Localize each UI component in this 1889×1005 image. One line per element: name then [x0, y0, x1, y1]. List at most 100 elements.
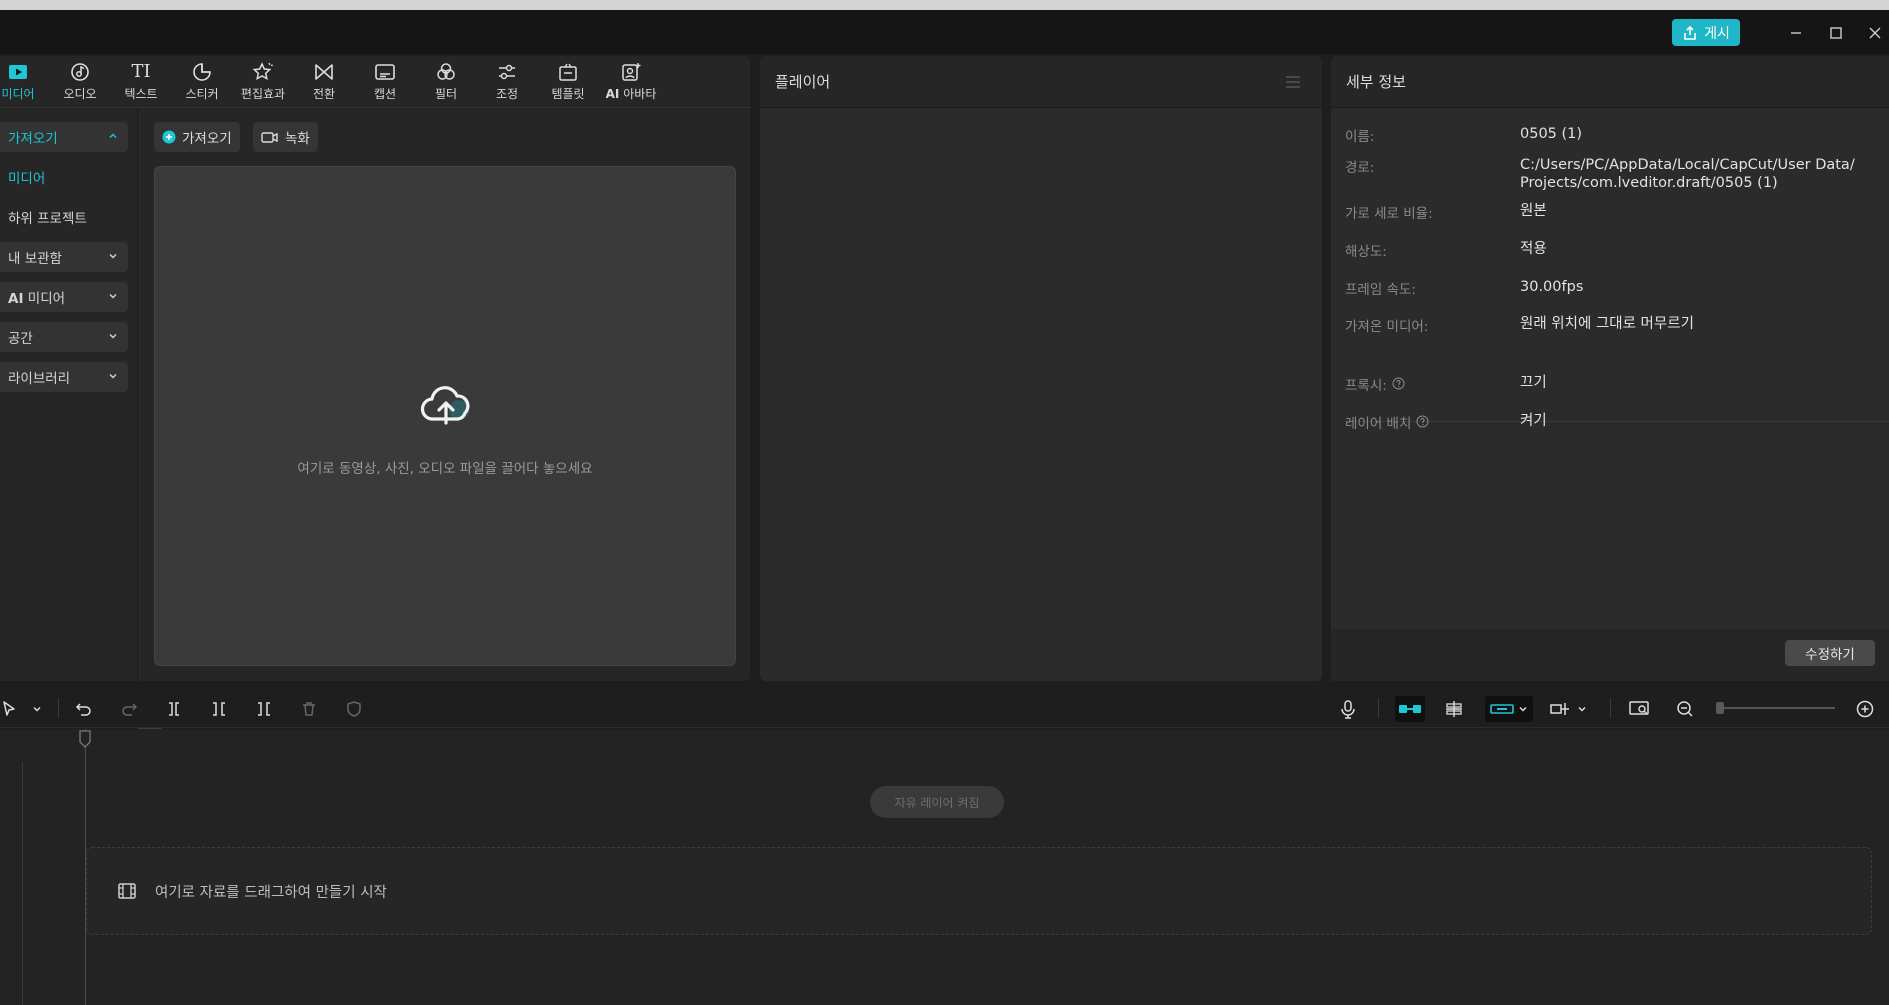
- detail-value: 30.00fps: [1520, 279, 1584, 295]
- auto-snap-button[interactable]: [1441, 696, 1467, 722]
- voiceover-button[interactable]: [1335, 696, 1361, 722]
- ai-prefix: AI: [605, 87, 620, 101]
- detail-row-aspect-ratio: 가로 세로 비율: 원본: [1345, 202, 1885, 222]
- toolbar-separator: [58, 698, 59, 718]
- detail-label: 경로:: [1345, 160, 1375, 176]
- details-title: 세부 정보: [1346, 73, 1406, 91]
- trim-right-button[interactable]: [251, 696, 277, 722]
- publish-button[interactable]: 게시: [1672, 19, 1740, 46]
- edit-button[interactable]: 수정하기: [1785, 640, 1875, 666]
- split-icon: [165, 700, 183, 718]
- adjust-icon: [496, 62, 518, 82]
- tab-template[interactable]: 템플릿: [538, 62, 598, 106]
- media-dropzone[interactable]: 여기로 동영상, 사진, 오디오 파일을 끌어다 놓으세요: [154, 166, 736, 666]
- help-icon[interactable]: [1392, 374, 1405, 390]
- sidebar-item-label: 공간: [8, 331, 33, 347]
- details-header: 세부 정보: [1331, 56, 1889, 108]
- minimize-button[interactable]: [1785, 22, 1807, 44]
- tab-transition-label: 전환: [312, 87, 336, 101]
- sidebar-item-space[interactable]: 공간: [0, 322, 128, 352]
- sidebar-item-ai-media[interactable]: AI 미디어: [0, 282, 128, 312]
- redo-button[interactable]: [116, 696, 142, 722]
- playhead-handle[interactable]: [79, 730, 91, 748]
- chevron-down-icon: [108, 371, 118, 381]
- top-strip: [0, 0, 1889, 10]
- timeline-drop-track[interactable]: 여기로 자료를 드래그하여 만들기 시작: [86, 847, 1872, 935]
- sidebar-item-library[interactable]: 라이브러리: [0, 362, 128, 392]
- maximize-icon: [1829, 26, 1843, 40]
- timeline-drop-hint: 여기로 자료를 드래그하여 만들기 시작: [155, 884, 387, 901]
- free-layer-toggle[interactable]: 자유 레이어 켜짐: [870, 786, 1004, 818]
- redo-icon: [120, 700, 138, 718]
- close-button[interactable]: [1864, 22, 1886, 44]
- undo-button[interactable]: [71, 696, 97, 722]
- preview-fit-button[interactable]: [1626, 696, 1652, 722]
- sidebar-item-my-library[interactable]: 내 보관함: [0, 242, 128, 272]
- publish-label: 게시: [1704, 25, 1730, 42]
- tab-effects[interactable]: 편집효과: [233, 62, 293, 106]
- detail-label: 이름:: [1345, 129, 1375, 145]
- help-icon[interactable]: [1416, 412, 1429, 428]
- template-icon: [557, 62, 579, 82]
- tab-caption[interactable]: 캡션: [355, 62, 415, 106]
- split-button[interactable]: [161, 696, 187, 722]
- detail-label: 가로 세로 비율:: [1345, 206, 1433, 222]
- detail-row-layer-placement: 레이어 배치 켜기: [1345, 412, 1885, 432]
- sidebar-item-subproject[interactable]: 하위 프로젝트: [0, 202, 128, 232]
- track-header-divider: [22, 762, 23, 1005]
- player-header: 플레이어: [760, 56, 1322, 108]
- detail-row-imported-media: 가져온 미디어: 원래 위치에 그대로 머무르기: [1345, 315, 1885, 335]
- linkage-button[interactable]: [1485, 696, 1533, 722]
- chevron-up-icon: [108, 131, 118, 141]
- zoom-in-button[interactable]: [1852, 696, 1878, 722]
- select-tool-button[interactable]: [0, 696, 22, 722]
- media-content: 가져오기 녹화 여기로 동영상, 사진, 오디오 파일을 끌어다 놓으세요: [138, 108, 750, 731]
- ai-avatar-icon: [620, 62, 642, 82]
- chevron-down-icon: [108, 251, 118, 261]
- delete-button[interactable]: [296, 696, 322, 722]
- import-button[interactable]: 가져오기: [154, 122, 240, 152]
- tab-filter[interactable]: 필터: [416, 62, 476, 106]
- tab-ai-avatar[interactable]: AI 아바타: [601, 62, 661, 106]
- tab-transition[interactable]: 전환: [294, 62, 354, 106]
- detail-label-text: 프록시:: [1345, 378, 1387, 394]
- timeline-area[interactable]: 자유 레이어 켜짐 여기로 자료를 드래그하여 만들기 시작: [0, 729, 1889, 1005]
- detail-value: C:/Users/PC/AppData/Local/CapCut/User Da…: [1520, 157, 1855, 191]
- tab-audio[interactable]: 오디오: [50, 62, 110, 106]
- snap-icon: [1443, 699, 1465, 719]
- detail-value: 원본: [1520, 203, 1547, 219]
- effects-icon: [252, 62, 274, 82]
- microphone-icon: [1339, 699, 1357, 719]
- main-track-magnet-button[interactable]: [1395, 696, 1425, 722]
- zoom-slider-track[interactable]: [1717, 707, 1835, 709]
- tab-audio-label: 오디오: [63, 87, 97, 101]
- timeline-toolbar: [0, 688, 1889, 728]
- chevron-down-icon: [108, 291, 118, 301]
- sidebar-item-media[interactable]: 미디어: [0, 162, 128, 192]
- trim-left-button[interactable]: [206, 696, 232, 722]
- tab-text[interactable]: TI 텍스트: [111, 62, 171, 106]
- preview-axis-button[interactable]: [1545, 696, 1591, 722]
- maximize-button[interactable]: [1825, 22, 1847, 44]
- select-tool-dropdown[interactable]: [24, 696, 50, 722]
- detail-value: 원래 위치에 그대로 머무르기: [1520, 316, 1694, 332]
- detail-label-text: 레이어 배치: [1345, 416, 1412, 432]
- record-button[interactable]: 녹화: [253, 122, 318, 152]
- shield-button[interactable]: [341, 696, 367, 722]
- menu-icon[interactable]: [1284, 74, 1302, 90]
- sidebar-item-import[interactable]: 가져오기: [0, 122, 128, 152]
- detail-label: 가져온 미디어:: [1345, 319, 1429, 335]
- shield-icon: [345, 700, 363, 718]
- tab-media[interactable]: 미디어: [0, 62, 48, 106]
- record-label: 녹화: [285, 131, 310, 147]
- detail-value: 켜기: [1520, 413, 1547, 429]
- sidebar-item-label: 가져오기: [8, 131, 58, 147]
- title-bar: [0, 10, 1889, 54]
- tab-sticker[interactable]: 스티커: [172, 62, 232, 106]
- detail-row-name: 이름: 0505 (1): [1345, 125, 1885, 145]
- sidebar-item-label: 내 보관함: [8, 251, 62, 267]
- tab-adjust[interactable]: 조정: [477, 62, 537, 106]
- zoom-slider-handle[interactable]: [1716, 702, 1724, 714]
- player-viewport[interactable]: [760, 108, 1322, 681]
- zoom-out-button[interactable]: [1672, 696, 1698, 722]
